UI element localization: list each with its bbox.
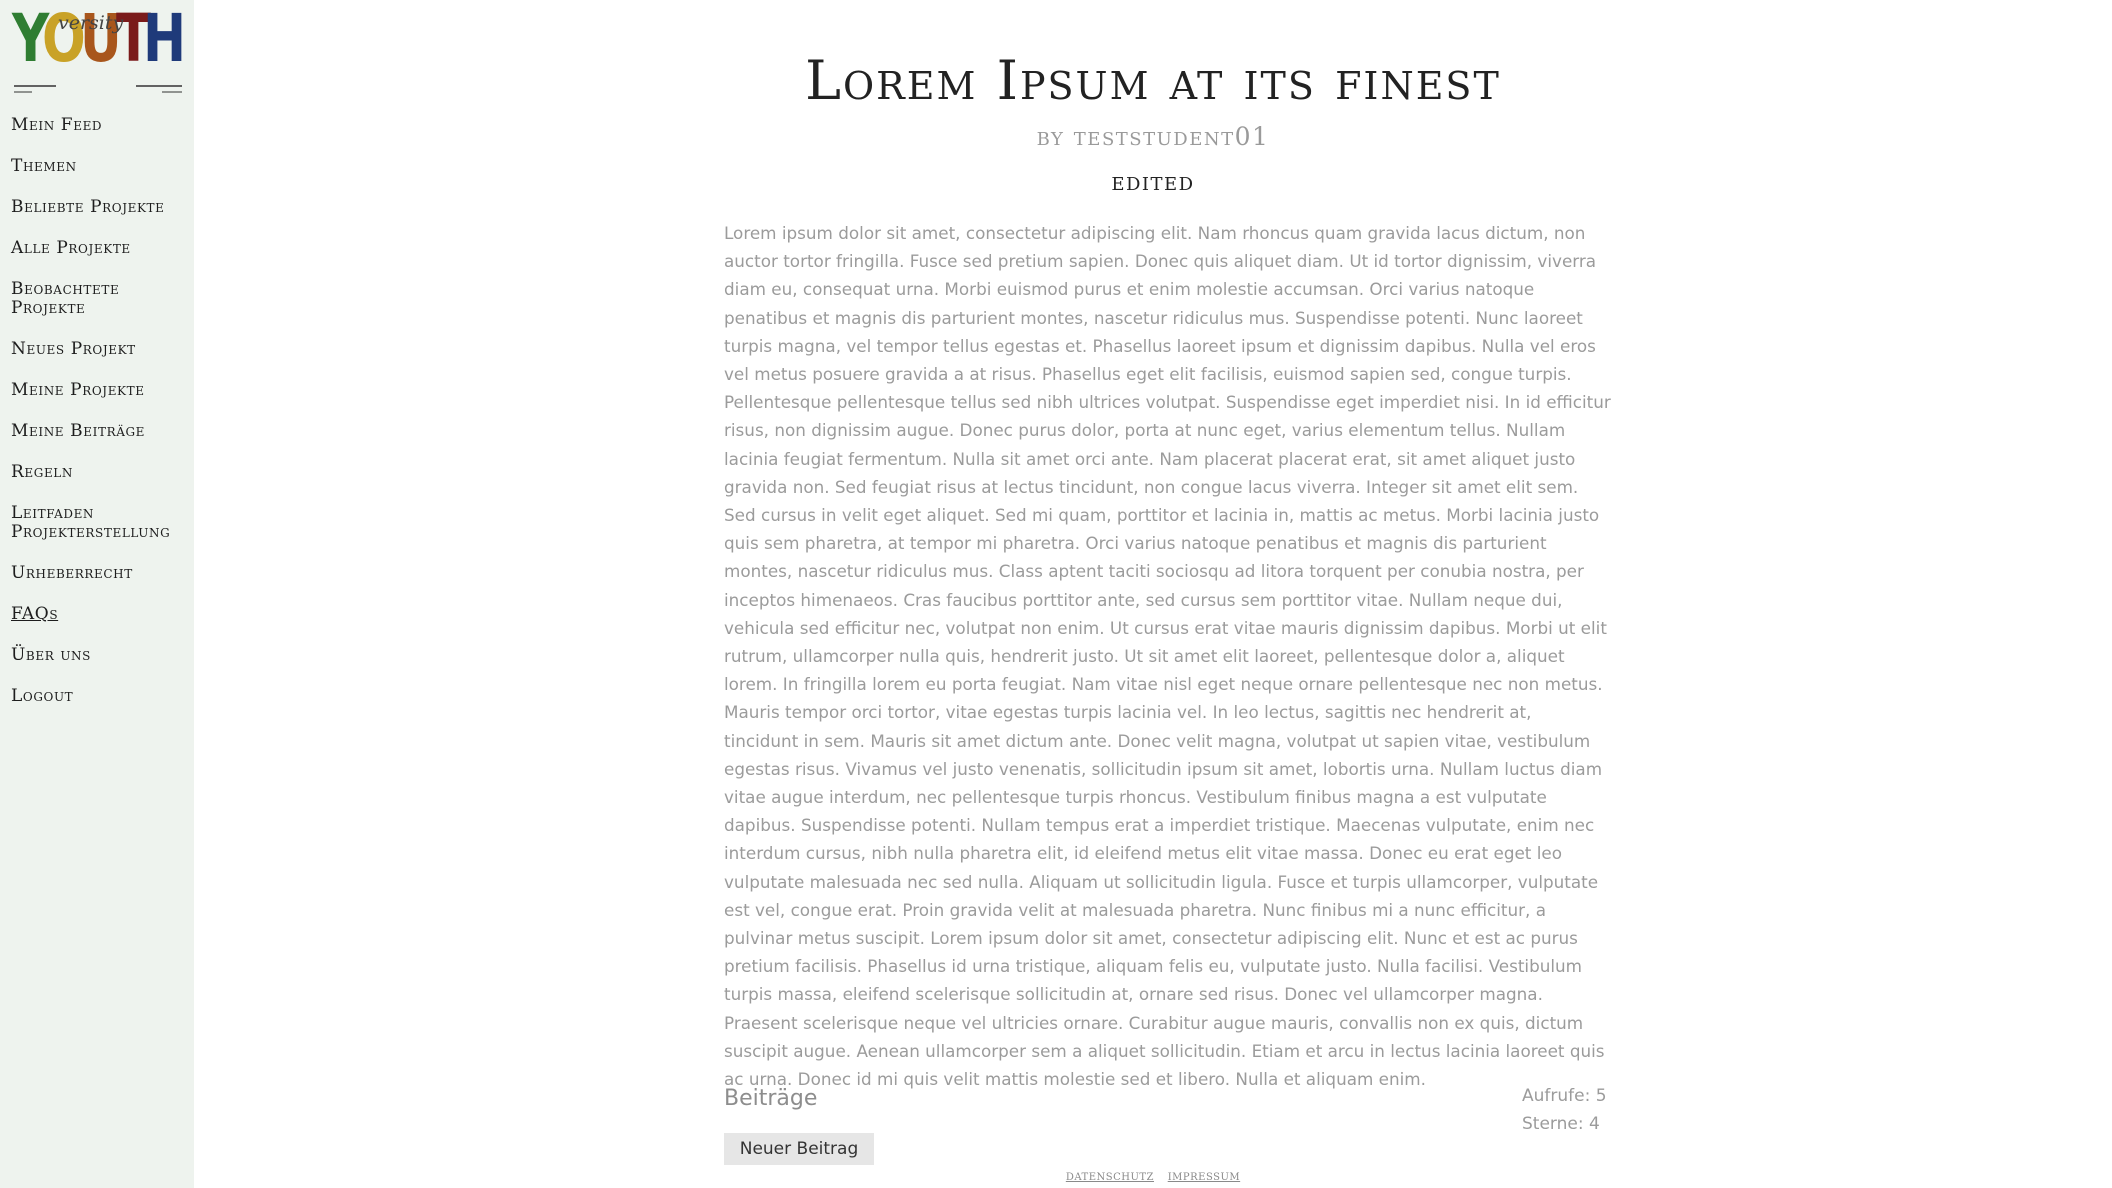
footer: Datenschutz Impressum [194, 1172, 2112, 1183]
sidebar: YOUTH versity Mein Feed Themen Beliebte … [0, 0, 194, 1188]
edited-label: EDITED [1111, 174, 1195, 195]
youthversity-logo[interactable]: YOUTH versity [12, 6, 186, 100]
sidebar-item-ueber-uns[interactable]: Über uns [11, 646, 187, 665]
sidebar-item-urheberrecht[interactable]: Urheberrecht [11, 564, 187, 583]
sidebar-item-meine-beitraege[interactable]: Meine Beiträge [11, 422, 187, 441]
sidebar-item-logout[interactable]: Logout [11, 687, 187, 706]
article-title: Lorem Ipsum at its finest [805, 49, 1501, 112]
sidebar-item-beliebte-projekte[interactable]: Beliebte Projekte [11, 198, 187, 217]
sidebar-nav: Mein Feed Themen Beliebte Projekte Alle … [11, 116, 187, 728]
sidebar-item-beobachtete-projekte[interactable]: Beobachtete Projekte [11, 280, 187, 318]
sidebar-item-alle-projekte[interactable]: Alle Projekte [11, 239, 187, 258]
article-body: Lorem ipsum dolor sit amet, consectetur … [724, 223, 1611, 1090]
sidebar-item-themen[interactable]: Themen [11, 157, 187, 176]
new-post-button[interactable]: Neuer Beitrag [724, 1133, 874, 1165]
footer-imprint-link[interactable]: Impressum [1168, 1172, 1240, 1183]
sidebar-item-leitfaden[interactable]: Leitfaden Projekterstellung [11, 504, 187, 542]
sidebar-item-mein-feed[interactable]: Mein Feed [11, 116, 187, 135]
article-stats: Aufrufe: 5 Sterne: 4 [1522, 1082, 1612, 1138]
sidebar-item-meine-projekte[interactable]: Meine Projekte [11, 381, 187, 400]
main-content: Lorem Ipsum at its finest by teststudent… [194, 0, 2112, 1188]
sidebar-item-neues-projekt[interactable]: Neues Projekt [11, 340, 187, 359]
footer-privacy-link[interactable]: Datenschutz [1066, 1172, 1154, 1183]
contributions-heading: Beiträge [724, 1086, 818, 1111]
sidebar-item-faqs[interactable]: FAQs [11, 605, 187, 624]
logo-underline-icon [14, 85, 182, 93]
article-byline[interactable]: by teststudent01 [194, 122, 2112, 151]
sidebar-item-regeln[interactable]: Regeln [11, 463, 187, 482]
logo-subtext: versity [58, 12, 124, 34]
views-count: Aufrufe: 5 [1522, 1086, 1607, 1106]
stars-count: Sterne: 4 [1522, 1114, 1600, 1134]
